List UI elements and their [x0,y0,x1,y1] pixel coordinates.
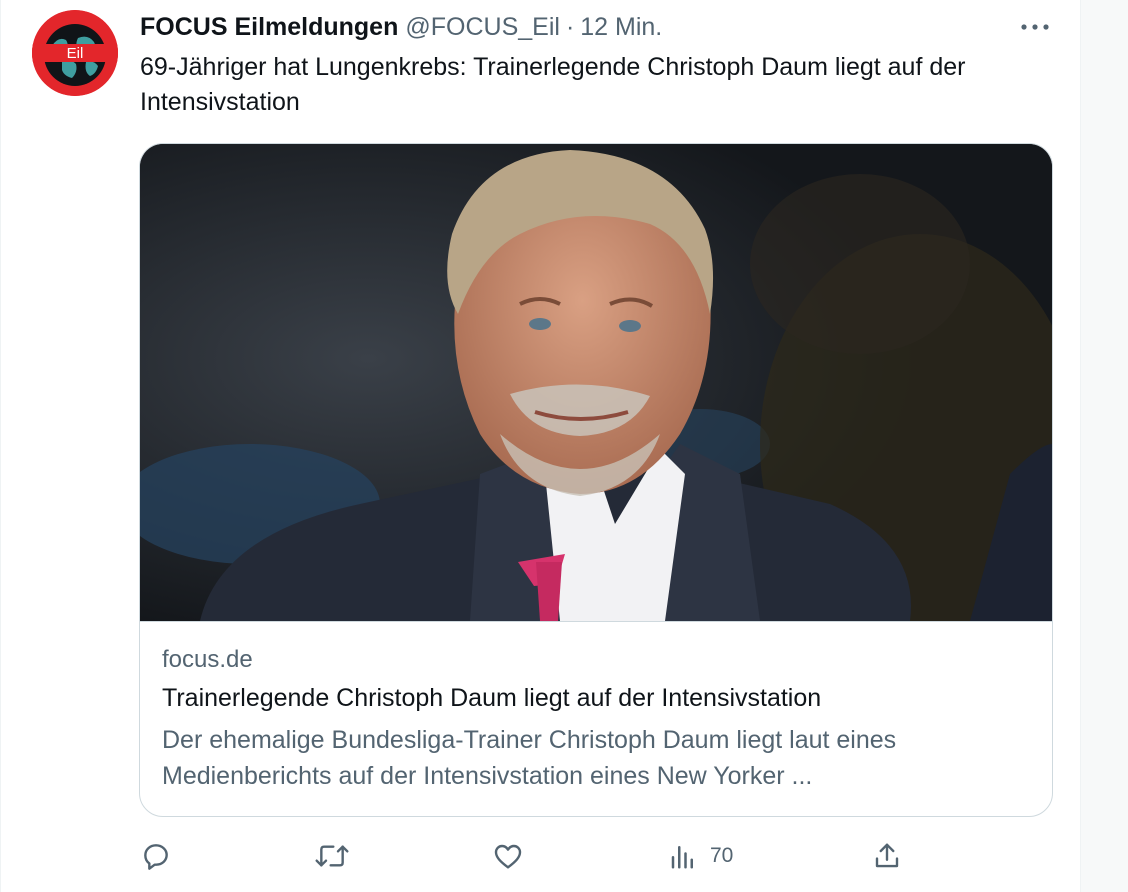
card-body[interactable]: focus.de Trainerlegende Christoph Daum l… [140,621,1052,816]
scrollbar-gutter[interactable] [1080,0,1128,892]
page: Eil FOCUS Eilmeldungen @FOCUS_Eil · 12 M… [0,0,1128,892]
views-icon [668,841,698,871]
share-button[interactable] [872,836,902,876]
user-handle[interactable]: @FOCUS_Eil [405,13,560,42]
avatar-label: Eil [67,45,84,62]
more-button[interactable] [1013,10,1057,44]
link-card[interactable]: focus.de Trainerlegende Christoph Daum l… [139,143,1053,817]
like-button[interactable] [492,836,524,876]
tweet[interactable]: Eil FOCUS Eilmeldungen @FOCUS_Eil · 12 M… [1,0,1080,892]
card-description: Der ehemalige Bundesliga-Trainer Christo… [162,726,897,790]
display-name[interactable]: FOCUS Eilmeldungen [140,13,398,42]
views-button[interactable]: 70 [668,836,733,876]
card-domain: focus.de [162,646,253,673]
like-icon [492,840,524,872]
retweet-button[interactable] [314,836,350,876]
retweet-icon [314,840,350,872]
tweet-text: 69-Jähriger hat Lungenkrebs: Trainerlege… [140,53,966,116]
tweet-header: FOCUS Eilmeldungen @FOCUS_Eil · 12 Min. [140,10,662,44]
card-title: Trainerlegende Christoph Daum liegt auf … [162,684,822,712]
reply-button[interactable] [140,836,172,876]
share-icon [872,841,902,871]
more-icon [1020,18,1050,36]
reply-icon [140,840,172,872]
avatar[interactable]: Eil [32,10,118,96]
timestamp[interactable]: 12 Min. [580,13,662,42]
action-bar: 70 [140,836,920,876]
views-count: 70 [710,844,734,867]
separator-dot: · [565,12,575,41]
card-image[interactable] [140,144,1052,621]
